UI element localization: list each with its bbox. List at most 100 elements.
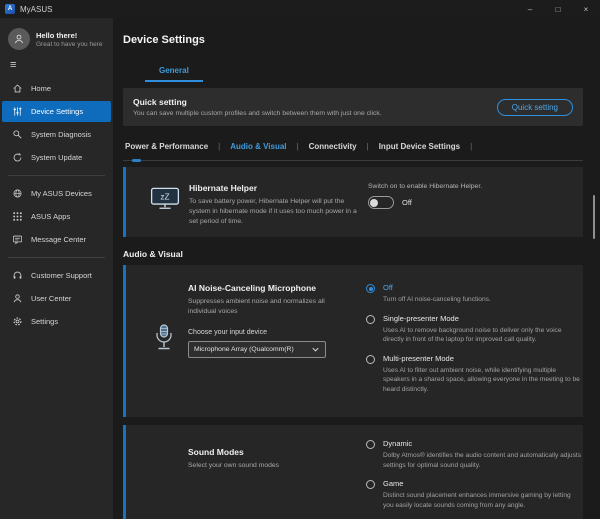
mic-option-off[interactable]: Off Turn off AI noise-canceling function…	[366, 283, 583, 305]
quick-setting-card: Quick setting You can save multiple cust…	[123, 88, 583, 126]
user-profile[interactable]: Hello there! Great to have you here	[0, 28, 113, 58]
diagnosis-magnifier-icon	[12, 129, 23, 140]
tab-input-device-settings[interactable]: Input Device Settings	[377, 142, 462, 151]
hibernate-description: To save battery power, Hibernate Helper …	[189, 197, 361, 227]
tab-separator: |	[367, 142, 369, 151]
sound-modes-description: Select your own sound modes	[188, 461, 366, 471]
sidebar-item-label: Customer Support	[31, 271, 92, 280]
sidebar-item-system-diagnosis[interactable]: System Diagnosis	[2, 124, 111, 145]
hibernate-monitor-icon: zZ	[150, 187, 180, 237]
person-icon	[13, 33, 25, 45]
sidebar-item-customer-support[interactable]: Customer Support	[2, 265, 111, 286]
radio-label: Game	[383, 479, 583, 488]
message-icon	[12, 234, 23, 245]
avatar	[8, 28, 30, 50]
hibernate-toggle[interactable]	[368, 196, 394, 209]
sound-option-dynamic[interactable]: Dynamic Dolby Atmos® identifies the audi…	[366, 439, 583, 470]
sidebar-item-my-asus-devices[interactable]: My ASUS Devices	[2, 183, 111, 204]
sidebar-item-asus-apps[interactable]: ASUS Apps	[2, 206, 111, 227]
radio-label: Single-presenter Mode	[383, 314, 583, 323]
horizontal-scrollbar-thumb[interactable]	[132, 159, 141, 162]
section-label-audio-visual: Audio & Visual	[123, 249, 600, 259]
sidebar-item-label: Device Settings	[31, 107, 83, 116]
sidebar-item-settings[interactable]: Settings	[2, 311, 111, 332]
gear-icon	[12, 316, 23, 327]
input-device-select[interactable]: Microphone Array (Qualcomm(R)	[188, 341, 326, 358]
tab-separator: |	[470, 142, 472, 151]
tab-separator: |	[297, 142, 299, 151]
input-device-label: Choose your input device	[188, 329, 366, 336]
radio-label: Multi-presenter Mode	[383, 354, 583, 363]
close-button[interactable]: ×	[572, 0, 600, 18]
main-content: Device Settings General Quick setting Yo…	[113, 18, 600, 519]
radio-selected-icon	[366, 284, 375, 293]
input-device-value: Microphone Array (Qualcomm(R)	[194, 346, 311, 353]
update-refresh-icon	[12, 152, 23, 163]
maximize-button[interactable]: □	[544, 0, 572, 18]
settings-scroll-area: zZ Hibernate Helper To save battery powe…	[113, 167, 600, 519]
headset-icon	[12, 270, 23, 281]
chevron-down-icon	[311, 345, 320, 354]
devices-globe-icon	[12, 188, 23, 199]
sidebar-item-label: Settings	[31, 317, 58, 326]
toggle-knob	[370, 199, 378, 207]
tab-power-performance[interactable]: Power & Performance	[123, 142, 210, 151]
tab-bar: General	[145, 60, 203, 78]
app-logo-icon: A	[5, 4, 15, 14]
sidebar: Hello there! Great to have you here ≡ Ho…	[0, 18, 113, 519]
mic-card-title: AI Noise-Canceling Microphone	[188, 283, 366, 293]
hibernate-toggle-state: Off	[402, 198, 412, 207]
greeting-subtitle: Great to have you here	[36, 41, 103, 48]
ai-noise-canceling-card: AI Noise-Canceling Microphone Suppresses…	[123, 265, 583, 417]
tab-general[interactable]: General	[145, 66, 203, 82]
window-title: MyASUS	[20, 5, 52, 14]
hamburger-menu-icon[interactable]: ≡	[0, 58, 113, 77]
sidebar-item-user-center[interactable]: User Center	[2, 288, 111, 309]
tab-audio-visual[interactable]: Audio & Visual	[228, 142, 288, 151]
sound-option-game[interactable]: Game Distinct sound placement enhances i…	[366, 479, 583, 510]
svg-text:zZ: zZ	[160, 191, 169, 201]
quick-setting-title: Quick setting	[133, 97, 497, 107]
microphone-icon	[152, 323, 176, 358]
sidebar-item-home[interactable]: Home	[2, 78, 111, 99]
radio-description: Uses AI to filter out ambient noise, whi…	[383, 366, 583, 395]
quick-setting-button[interactable]: Quick setting	[497, 99, 573, 116]
device-settings-tabs: Power & Performance | Audio & Visual | C…	[123, 142, 600, 151]
sidebar-item-system-update[interactable]: System Update	[2, 147, 111, 168]
hibernate-title: Hibernate Helper	[189, 183, 361, 193]
sidebar-item-label: Home	[31, 84, 51, 93]
minimize-button[interactable]: –	[516, 0, 544, 18]
page-title: Device Settings	[123, 34, 600, 46]
sidebar-item-label: System Update	[31, 153, 82, 162]
sidebar-item-message-center[interactable]: Message Center	[2, 229, 111, 250]
radio-description: Dolby Atmos® identifies the audio conten…	[383, 451, 583, 470]
horizontal-scrollbar[interactable]	[123, 160, 583, 161]
sidebar-item-label: System Diagnosis	[31, 130, 91, 139]
user-icon	[12, 293, 23, 304]
tab-separator: |	[218, 142, 220, 151]
vertical-scrollbar-thumb[interactable]	[593, 195, 595, 239]
mic-option-single-presenter[interactable]: Single-presenter Mode Uses AI to remove …	[366, 314, 583, 345]
sidebar-item-label: User Center	[31, 294, 71, 303]
apps-grid-icon	[12, 211, 23, 222]
quick-setting-description: You can save multiple custom profiles an…	[133, 110, 497, 117]
radio-description: Turn off AI noise-canceling functions.	[383, 295, 491, 305]
sidebar-item-device-settings[interactable]: Device Settings	[2, 101, 111, 122]
myasus-window: A MyASUS – □ × Hello there! Great to hav…	[0, 0, 600, 519]
sound-modes-title: Sound Modes	[188, 447, 366, 457]
radio-label: Off	[383, 283, 491, 292]
sliders-icon	[12, 106, 23, 117]
radio-icon	[366, 315, 375, 324]
sidebar-item-label: ASUS Apps	[31, 212, 70, 221]
hibernate-switch-hint: Switch on to enable Hibernate Helper.	[368, 183, 482, 190]
sidebar-divider	[8, 175, 105, 176]
hibernate-helper-card: zZ Hibernate Helper To save battery powe…	[123, 167, 583, 237]
radio-icon	[366, 440, 375, 449]
greeting-title: Hello there!	[36, 31, 103, 40]
radio-description: Uses AI to remove background noise to de…	[383, 326, 583, 345]
radio-icon	[366, 480, 375, 489]
tab-connectivity[interactable]: Connectivity	[307, 142, 359, 151]
mic-option-multi-presenter[interactable]: Multi-presenter Mode Uses AI to filter o…	[366, 354, 583, 395]
sidebar-divider	[8, 257, 105, 258]
mic-card-description: Suppresses ambient noise and normalizes …	[188, 297, 353, 317]
